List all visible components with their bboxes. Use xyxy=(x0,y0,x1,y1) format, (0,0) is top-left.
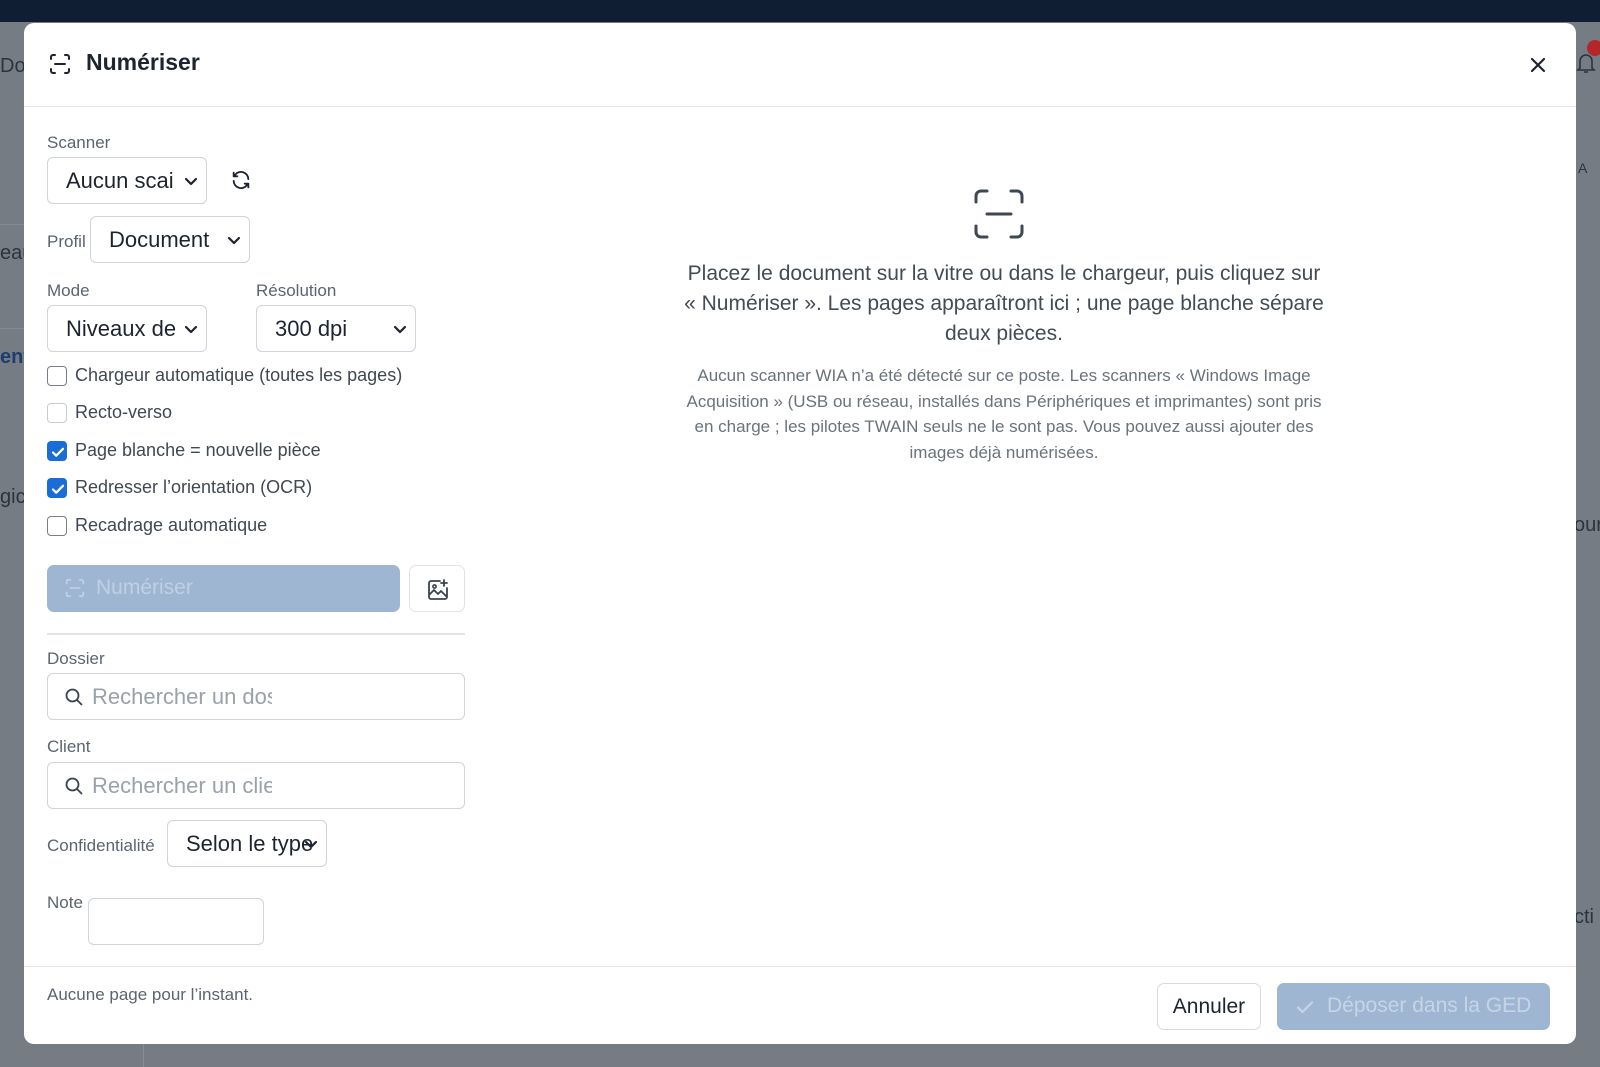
empty-state-details: Aucun scanner WIA n’a été détecté sur ce… xyxy=(686,366,1322,462)
chevron-down-icon xyxy=(184,325,198,334)
ocr-orientation-checkbox[interactable] xyxy=(47,478,67,498)
scan-dialog: Numériser Scanner Aucun scai Profil Docu… xyxy=(24,23,1576,1044)
profile-select[interactable]: Document xyxy=(90,216,250,263)
scan-button[interactable]: Numériser xyxy=(47,565,400,612)
folder-search-field[interactable] xyxy=(47,673,465,720)
background-text: Do xyxy=(0,55,26,77)
folder-search-input[interactable] xyxy=(92,674,272,719)
auto-crop-label: Recadrage automatique xyxy=(75,515,268,535)
dialog-header: Numériser xyxy=(24,23,1576,107)
chevron-down-icon xyxy=(184,177,198,186)
client-search-field[interactable] xyxy=(47,762,465,809)
client-label: Client xyxy=(47,737,91,756)
background-text: cti xyxy=(1574,906,1594,928)
page-count-status: Aucune page pour l’instant. xyxy=(47,985,254,1004)
scan-icon xyxy=(974,189,1024,239)
confidentiality-label: Confidentialité xyxy=(47,836,155,855)
mode-label: Mode xyxy=(47,281,90,300)
scan-icon xyxy=(50,54,70,74)
scanner-select-value: Aucun scai xyxy=(66,168,174,193)
scanner-select[interactable]: Aucun scai xyxy=(47,157,207,204)
resolution-label: Résolution xyxy=(256,281,337,300)
checkmark-icon xyxy=(1296,1001,1314,1014)
confidentiality-select-value: Selon le type xyxy=(186,831,314,856)
refresh-icon[interactable] xyxy=(230,169,252,191)
scan-icon xyxy=(65,578,85,598)
auto-feeder-checkbox[interactable] xyxy=(47,366,67,386)
background-text: our xyxy=(1574,514,1600,536)
resolution-select-value: 300 dpi xyxy=(275,316,348,341)
auto-feeder-label: Chargeur automatique (toutes les pages) xyxy=(75,365,403,385)
close-icon[interactable] xyxy=(1524,51,1552,79)
submit-to-ged-button[interactable]: Déposer dans la GED xyxy=(1277,983,1550,1030)
folder-label: Dossier xyxy=(47,649,105,668)
client-search-input[interactable] xyxy=(92,763,272,808)
form-divider xyxy=(47,633,465,635)
image-add-icon xyxy=(428,579,448,600)
profile-select-value: Document xyxy=(109,227,210,252)
notification-badge xyxy=(1587,40,1600,56)
chevron-down-icon xyxy=(393,325,407,334)
scanner-label: Scanner xyxy=(47,133,111,152)
background-divider xyxy=(0,224,24,225)
submit-button-label: Déposer dans la GED xyxy=(1327,994,1532,1017)
background-text: A xyxy=(1578,160,1588,176)
background-text: gic xyxy=(0,486,26,508)
resolution-select[interactable]: 300 dpi xyxy=(256,305,416,352)
blank-page-split-label: Page blanche = nouvelle pièce xyxy=(75,440,321,460)
scan-button-label: Numériser xyxy=(96,576,193,599)
mode-select[interactable]: Niveaux de xyxy=(47,305,207,352)
checkmark-icon xyxy=(51,447,65,457)
add-images-button[interactable] xyxy=(409,565,465,612)
chevron-down-icon xyxy=(227,236,241,245)
duplex-checkbox[interactable] xyxy=(47,403,67,423)
note-input[interactable] xyxy=(88,898,264,945)
empty-state-message: Placez le document sur la vitre ou dans … xyxy=(684,262,1324,345)
ocr-orientation-label: Redresser l’orientation (OCR) xyxy=(75,477,313,497)
blank-page-split-checkbox[interactable] xyxy=(47,441,67,461)
cancel-button[interactable]: Annuler xyxy=(1157,983,1261,1030)
mode-select-value: Niveaux de xyxy=(66,316,177,341)
duplex-label: Recto-verso xyxy=(75,402,173,422)
background-divider xyxy=(0,328,24,329)
dialog-footer: Aucune page pour l’instant. Annuler Dépo… xyxy=(24,966,1576,1044)
dialog-title: Numériser xyxy=(86,49,200,75)
app-top-bar xyxy=(0,0,1600,22)
chevron-down-icon xyxy=(304,840,318,849)
search-icon xyxy=(65,777,83,795)
auto-crop-checkbox[interactable] xyxy=(47,516,67,536)
confidentiality-select[interactable]: Selon le type xyxy=(167,820,327,867)
profile-label: Profil xyxy=(47,232,86,251)
background-divider xyxy=(143,1044,144,1067)
search-icon xyxy=(65,688,83,706)
checkmark-icon xyxy=(51,484,65,494)
note-label: Note xyxy=(47,893,83,912)
